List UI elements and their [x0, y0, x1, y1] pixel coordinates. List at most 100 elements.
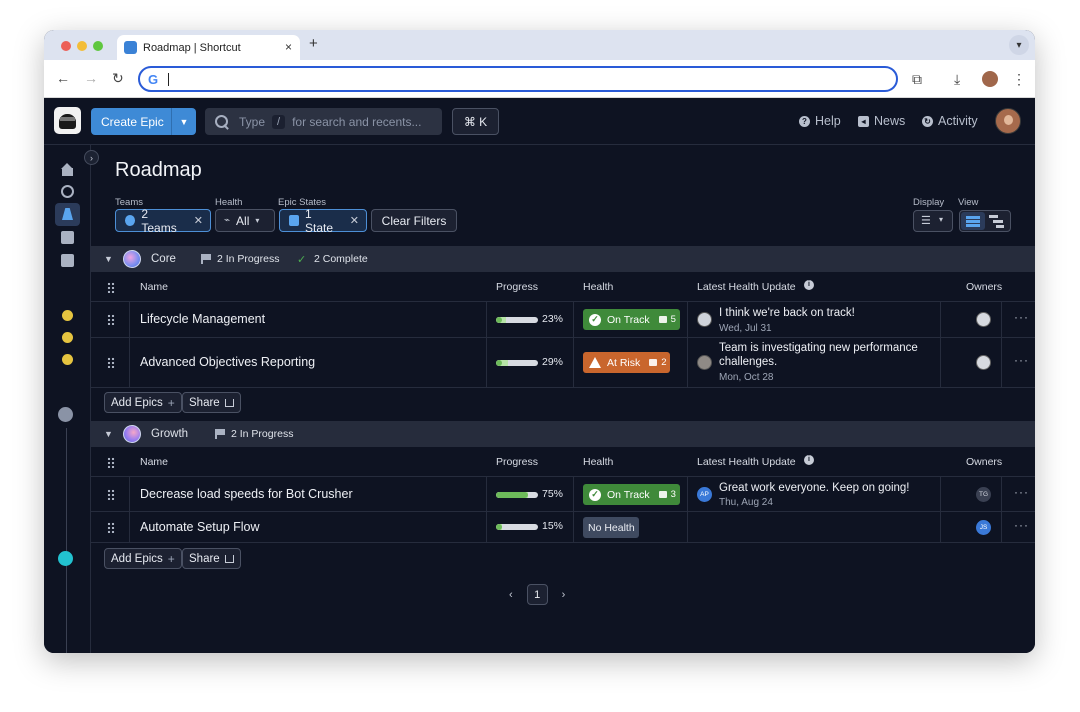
more-options-icon[interactable]: ···: [1014, 353, 1029, 367]
browser-tab[interactable]: Roadmap | Shortcut ×: [117, 35, 300, 60]
page-title: Roadmap: [115, 159, 202, 181]
health-filter[interactable]: ⌁ All ▾: [215, 209, 275, 232]
epic-name[interactable]: Advanced Objectives Reporting: [140, 355, 315, 369]
share-icon: [224, 554, 234, 563]
reload-button[interactable]: ↻: [112, 70, 124, 87]
teams-icon: [125, 215, 136, 226]
prev-page-button[interactable]: ‹: [509, 589, 513, 601]
list-view-button[interactable]: [961, 212, 985, 230]
table-row[interactable]: Advanced Objectives Reporting 29% At Ris…: [91, 338, 1035, 388]
in-progress-count: 2 In Progress: [217, 253, 280, 265]
create-epic-dropdown-icon[interactable]: ▼: [171, 108, 196, 135]
teams-filter[interactable]: 2 Teams ✕: [115, 207, 211, 235]
flag-icon: [215, 429, 225, 439]
add-epics-button[interactable]: Add Epics +: [104, 392, 182, 413]
address-bar[interactable]: G: [138, 66, 898, 92]
team-gear-icon[interactable]: [62, 332, 73, 343]
table-row[interactable]: Decrease load speeds for Bot Crusher 75%…: [91, 477, 1035, 512]
team-avatar: [123, 250, 141, 268]
timeline-view-button[interactable]: [989, 214, 1007, 228]
extensions-icon[interactable]: ⧉: [912, 71, 922, 88]
maximize-window-dot[interactable]: [93, 41, 103, 51]
share-button[interactable]: Share: [182, 392, 241, 413]
group-header-core[interactable]: ▼ Core 2 In Progress ✓ 2 Complete: [91, 246, 1035, 272]
epic-name[interactable]: Automate Setup Flow: [140, 520, 260, 534]
clear-filters-button[interactable]: Clear Filters: [371, 209, 457, 232]
share-button[interactable]: Share: [182, 548, 241, 569]
owner-avatar[interactable]: [976, 355, 991, 370]
view-label: View: [958, 197, 979, 208]
tab-list-chevron-icon[interactable]: ▾: [1009, 35, 1029, 55]
docs-icon[interactable]: [61, 254, 74, 267]
drag-handle-icon[interactable]: [107, 357, 115, 368]
drag-handle-icon[interactable]: [107, 314, 115, 325]
activity-link[interactable]: ↻ Activity: [922, 114, 978, 128]
owner-avatar[interactable]: TG: [976, 487, 991, 502]
health-status-badge[interactable]: ✓ On Track 3: [583, 484, 680, 505]
drag-handle-icon[interactable]: [107, 489, 115, 500]
drag-handle-icon[interactable]: [107, 282, 115, 293]
news-link[interactable]: ◂ News: [858, 114, 905, 128]
info-icon[interactable]: i: [804, 280, 814, 290]
owner-avatar[interactable]: JS: [976, 520, 991, 535]
clear-teams-filter-icon[interactable]: ✕: [194, 214, 203, 227]
next-page-button[interactable]: ›: [562, 589, 566, 601]
team-gear-icon[interactable]: [62, 354, 73, 365]
profile-avatar[interactable]: [982, 71, 998, 87]
more-options-icon[interactable]: ···: [1014, 485, 1029, 499]
collapse-chevron-icon[interactable]: ▼: [104, 429, 113, 439]
new-tab-button[interactable]: +: [309, 35, 318, 52]
team-avatar-icon[interactable]: [58, 551, 73, 566]
epic-states-filter[interactable]: 1 State ✕: [279, 207, 367, 235]
drag-handle-icon[interactable]: [107, 457, 115, 468]
help-icon: ?: [799, 115, 810, 127]
minimize-window-dot[interactable]: [77, 41, 87, 51]
tab-close-icon[interactable]: ×: [285, 40, 292, 54]
search-input[interactable]: Type / for search and recents...: [205, 108, 442, 135]
epic-name[interactable]: Decrease load speeds for Bot Crusher: [140, 487, 353, 501]
clear-epic-states-filter-icon[interactable]: ✕: [350, 214, 359, 227]
objectives-icon[interactable]: [61, 185, 74, 198]
group-header-growth[interactable]: ▼ Growth 2 In Progress: [91, 421, 1035, 447]
collapse-chevron-icon[interactable]: ▼: [104, 254, 113, 264]
download-icon[interactable]: ⤓: [954, 71, 960, 88]
reports-icon[interactable]: [61, 231, 74, 244]
team-gear-icon[interactable]: [62, 310, 73, 321]
health-update-text[interactable]: Great work everyone. Keep on going!: [719, 481, 929, 495]
roadmap-icon: [62, 208, 73, 220]
sidebar-expand-chevron-icon[interactable]: ›: [84, 150, 99, 165]
teams-filter-label: Teams: [115, 197, 143, 208]
health-status-badge[interactable]: At Risk 2: [583, 352, 670, 373]
more-options-icon[interactable]: ···: [1014, 518, 1029, 532]
health-status-badge[interactable]: No Health: [583, 517, 639, 538]
owner-avatar[interactable]: [976, 312, 991, 327]
command-palette-button[interactable]: ⌘ K: [452, 108, 499, 135]
display-options-button[interactable]: ☰ ▾: [913, 210, 953, 232]
workspace-logo[interactable]: [54, 107, 81, 134]
shortcut-app: Create Epic ▼ Type / for search and rece…: [44, 98, 1035, 653]
epic-name[interactable]: Lifecycle Management: [140, 312, 265, 326]
progress-bar: [496, 360, 538, 366]
create-epic-button[interactable]: Create Epic ▼: [91, 108, 196, 135]
close-window-dot[interactable]: [61, 41, 71, 51]
browser-menu-icon[interactable]: ⋮: [1012, 71, 1026, 88]
user-avatar[interactable]: [995, 108, 1021, 134]
table-row[interactable]: Lifecycle Management 23% ✓ On Track 5 I …: [91, 302, 1035, 338]
help-link[interactable]: ? Help: [799, 114, 841, 128]
page-number-button[interactable]: 1: [526, 584, 548, 605]
warning-icon: [589, 357, 601, 368]
add-epics-button[interactable]: Add Epics +: [104, 548, 182, 569]
drag-handle-icon[interactable]: [107, 522, 115, 533]
health-update-text[interactable]: Team is investigating new performance ch…: [719, 341, 929, 369]
teams-icon[interactable]: [58, 407, 73, 422]
forward-button[interactable]: →: [84, 70, 98, 86]
info-icon[interactable]: i: [804, 455, 814, 465]
home-icon[interactable]: [61, 163, 74, 176]
update-author-avatar: AP: [697, 487, 712, 502]
health-update-text[interactable]: I think we're back on track!: [719, 306, 929, 320]
health-status-badge[interactable]: ✓ On Track 5: [583, 309, 680, 330]
back-button[interactable]: ←: [56, 70, 70, 86]
more-options-icon[interactable]: ···: [1014, 310, 1029, 324]
sidebar-item-roadmap[interactable]: [55, 203, 80, 226]
table-row[interactable]: Automate Setup Flow 15% No Health JS ···: [91, 512, 1035, 543]
